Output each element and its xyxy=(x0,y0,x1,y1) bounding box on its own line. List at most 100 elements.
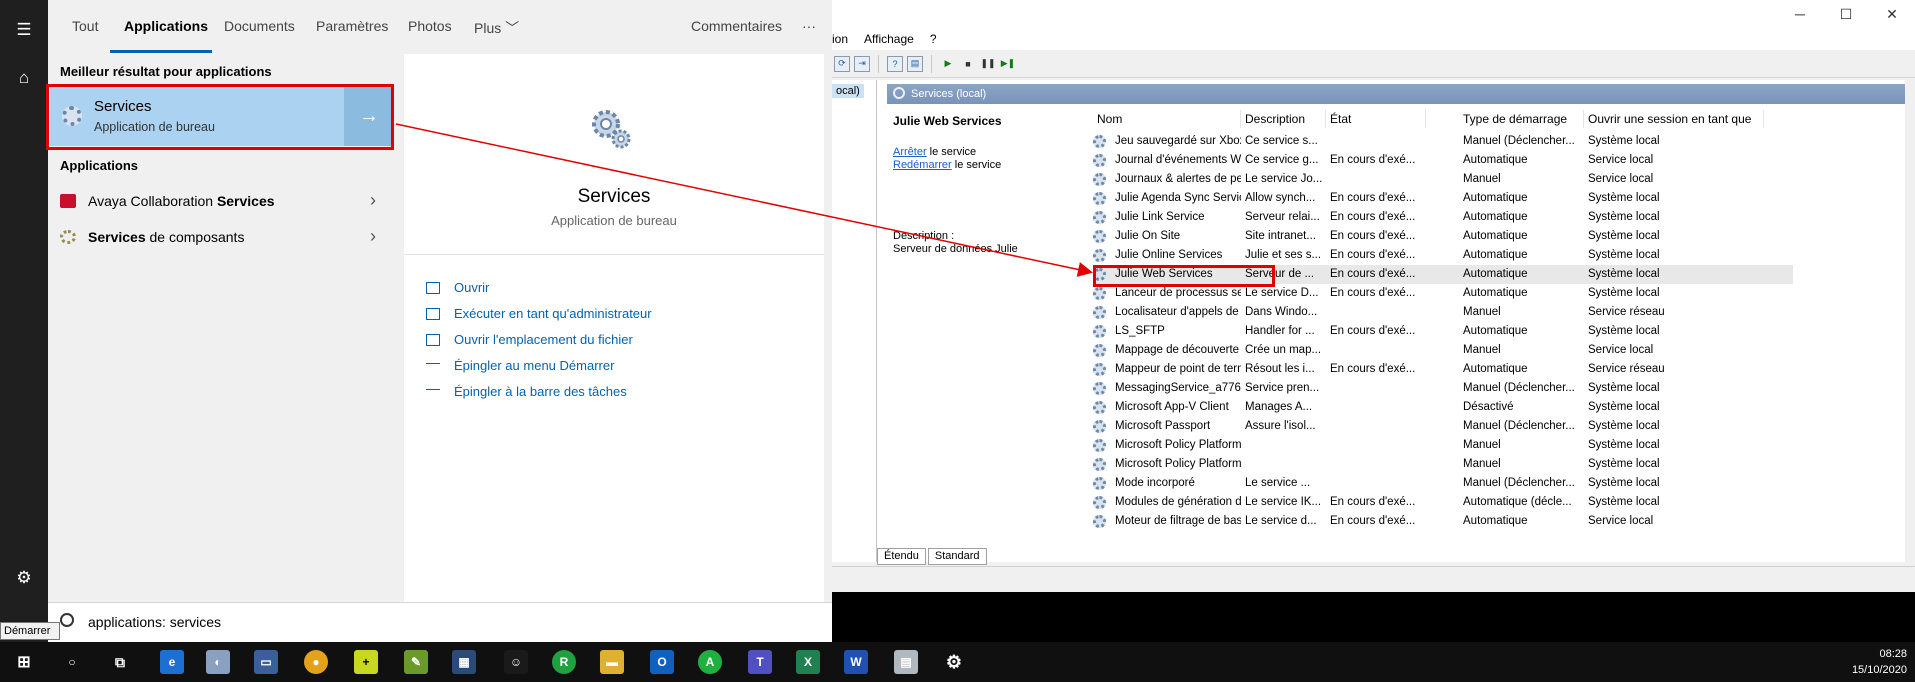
table-row[interactable]: Microsoft Policy Platform P... Manuel Syst… xyxy=(1093,455,1793,474)
menu-action[interactable]: ion xyxy=(832,32,856,46)
stop-service-link[interactable]: Arrêter xyxy=(893,146,927,158)
service-gear-icon xyxy=(1093,249,1106,262)
close-button[interactable]: ✕ xyxy=(1869,0,1915,28)
table-row[interactable]: Localisateur d'appels de pro... Dans Wind… xyxy=(1093,303,1793,322)
search-box[interactable]: applications: services xyxy=(48,602,832,642)
table-row[interactable]: Mappage de découverte de ... Crée un map.… xyxy=(1093,341,1793,360)
chevron-right-icon[interactable]: › xyxy=(370,190,376,211)
column-header-startup-type[interactable]: Type de démarrage xyxy=(1459,110,1584,128)
tab-photos[interactable]: Photos xyxy=(408,18,452,34)
table-row[interactable]: Jeu sauvegardé sur Xbox Live Ce service s… xyxy=(1093,132,1793,151)
hamburger-menu-icon[interactable]: ☰ xyxy=(12,18,36,42)
app-result-avaya[interactable]: Avaya Collaboration Services › xyxy=(48,184,392,218)
chrome-icon[interactable]: ● xyxy=(304,650,328,674)
service-description-panel: Julie Web Services Arrêter le service Re… xyxy=(887,106,1087,536)
action-pin-start[interactable]: Épingler au menu Démarrer xyxy=(426,358,614,373)
table-row[interactable]: Journaux & alertes de perfo... Le service… xyxy=(1093,170,1793,189)
table-row[interactable]: Moteur de filtrage de base Le service d..… xyxy=(1093,512,1793,531)
feedback-link[interactable]: Commentaires xyxy=(691,18,782,34)
play-icon[interactable]: ▶ xyxy=(940,56,956,72)
restart-service-link[interactable]: Redémarrer xyxy=(893,159,952,171)
app-result-component-services[interactable]: Services de composants › xyxy=(48,220,392,254)
notepad-icon[interactable]: ✎ xyxy=(404,650,428,674)
clock[interactable]: 08:28 15/10/2020 xyxy=(1852,646,1907,678)
tab-more[interactable]: Plus ﹀ xyxy=(474,18,519,38)
internet-explorer-icon[interactable]: e xyxy=(160,650,184,674)
search-icon[interactable]: ○ xyxy=(60,650,84,674)
table-row[interactable]: Microsoft Passport Assure l'isol... Manuel… xyxy=(1093,417,1793,436)
settings-gear-icon[interactable]: ⚙ xyxy=(12,566,36,590)
column-header-state[interactable]: État xyxy=(1326,110,1426,128)
table-row[interactable]: Julie On Site Site intranet... En cours d'… xyxy=(1093,227,1793,246)
maximize-button[interactable]: ☐ xyxy=(1823,0,1869,28)
tab-applications[interactable]: Applications xyxy=(124,18,208,34)
restart-icon[interactable]: ▶❚ xyxy=(1000,56,1016,72)
table-row[interactable]: LS_SFTP Handler for ... En cours d'exé... A… xyxy=(1093,322,1793,341)
table-row[interactable]: Julie Online Services Julie et ses s... En… xyxy=(1093,246,1793,265)
excel-icon[interactable]: X xyxy=(796,650,820,674)
app-window-icon[interactable]: ▤ xyxy=(894,650,918,674)
column-header-logon-as[interactable]: Ouvrir une session en tant que xyxy=(1584,110,1764,128)
app-icon[interactable]: ▦ xyxy=(452,650,476,674)
r-app-icon[interactable]: R xyxy=(552,650,576,674)
table-row[interactable]: Julie Link Service Serveur relai... En cou… xyxy=(1093,208,1793,227)
tab-documents[interactable]: Documents xyxy=(224,18,295,34)
cell-description: Handler for ... xyxy=(1245,325,1315,337)
cell-startup-type: Manuel (Déclencher... xyxy=(1463,420,1575,432)
action-run-as-admin[interactable]: Exécuter en tant qu'administrateur xyxy=(426,306,652,321)
column-header-name[interactable]: Nom xyxy=(1093,110,1241,128)
remote-desktop-icon[interactable]: ▭ xyxy=(254,650,278,674)
chevron-down-icon: ﹀ xyxy=(505,20,520,36)
word-icon[interactable]: W xyxy=(844,650,868,674)
table-row[interactable]: Journal d'événements Wind... Ce service g… xyxy=(1093,151,1793,170)
refresh-icon[interactable]: ⟳ xyxy=(834,55,850,72)
action-open[interactable]: Ouvrir xyxy=(426,280,489,295)
alien-app-icon[interactable]: ☺ xyxy=(504,650,528,674)
table-row[interactable]: Mode incorporé Le service ... Manuel (Décl… xyxy=(1093,474,1793,493)
task-view-icon[interactable]: ⧉ xyxy=(108,650,132,674)
menu-help[interactable]: ? xyxy=(922,32,945,46)
home-icon[interactable]: ⌂ xyxy=(12,66,36,90)
windows-start-icon[interactable]: ⊞ xyxy=(12,650,36,674)
tab-all[interactable]: Tout xyxy=(72,18,98,34)
outlook-icon[interactable]: O xyxy=(650,650,674,674)
export-icon[interactable]: ⇥ xyxy=(854,55,870,72)
table-row[interactable]: Mappeur de point de termi... Résout les i… xyxy=(1093,360,1793,379)
cell-startup-type: Automatique xyxy=(1463,268,1528,280)
help-icon[interactable]: ? xyxy=(887,55,903,72)
services-gear-icon[interactable]: ⚙ xyxy=(942,650,966,674)
app-result-label: Avaya Collaboration Services xyxy=(88,193,275,209)
a-app-icon[interactable]: A xyxy=(698,650,722,674)
app-icon[interactable]: ◐ xyxy=(206,650,230,674)
pause-icon[interactable]: ❚❚ xyxy=(980,56,996,72)
action-pin-taskbar[interactable]: Épingler à la barre des tâches xyxy=(426,384,627,399)
clock-date: 15/10/2020 xyxy=(1851,664,1907,676)
table-row[interactable]: Modules de génération de c... Le service … xyxy=(1093,493,1793,512)
cell-startup-type: Manuel (Déclencher... xyxy=(1463,477,1575,489)
tab-settings[interactable]: Paramètres xyxy=(316,18,388,34)
table-row[interactable]: Microsoft Policy Platform L... Manuel Syst… xyxy=(1093,436,1793,455)
search-input[interactable]: applications: services xyxy=(88,614,221,630)
action-open-file-location[interactable]: Ouvrir l'emplacement du fichier xyxy=(426,332,633,347)
column-header-description[interactable]: Description xyxy=(1241,110,1326,128)
table-row[interactable]: Julie Agenda Sync Service Allow synch... E… xyxy=(1093,189,1793,208)
tab-extended[interactable]: Étendu xyxy=(877,548,926,565)
table-row[interactable]: Microsoft App-V Client Manages A... Désact… xyxy=(1093,398,1793,417)
file-explorer-icon[interactable]: ▬ xyxy=(600,650,624,674)
minimize-button[interactable]: ─ xyxy=(1777,0,1823,28)
menu-view[interactable]: Affichage xyxy=(856,32,922,46)
teams-icon[interactable]: T xyxy=(748,650,772,674)
cell-startup-type: Manuel xyxy=(1463,439,1501,451)
more-options-button[interactable]: ··· xyxy=(802,18,816,34)
app-plus-icon[interactable]: + xyxy=(354,650,378,674)
cell-startup-type: Manuel xyxy=(1459,531,1581,534)
tab-standard[interactable]: Standard xyxy=(927,548,987,565)
cell-startup-type: Manuel (Déclencher... xyxy=(1463,135,1575,147)
cell-description: Service pren... xyxy=(1245,382,1320,394)
chevron-right-icon[interactable]: › xyxy=(370,226,376,247)
table-row[interactable]: MessagingService_a776d4 Service pren... Ma… xyxy=(1093,379,1793,398)
table-row[interactable]: Mozilla Maintenance ServiceLe service d.… xyxy=(1093,531,1793,534)
properties-icon[interactable]: ▤ xyxy=(907,55,923,72)
tree-item-services-local[interactable]: ocal) xyxy=(832,84,864,98)
stop-icon[interactable]: ■ xyxy=(960,56,976,72)
